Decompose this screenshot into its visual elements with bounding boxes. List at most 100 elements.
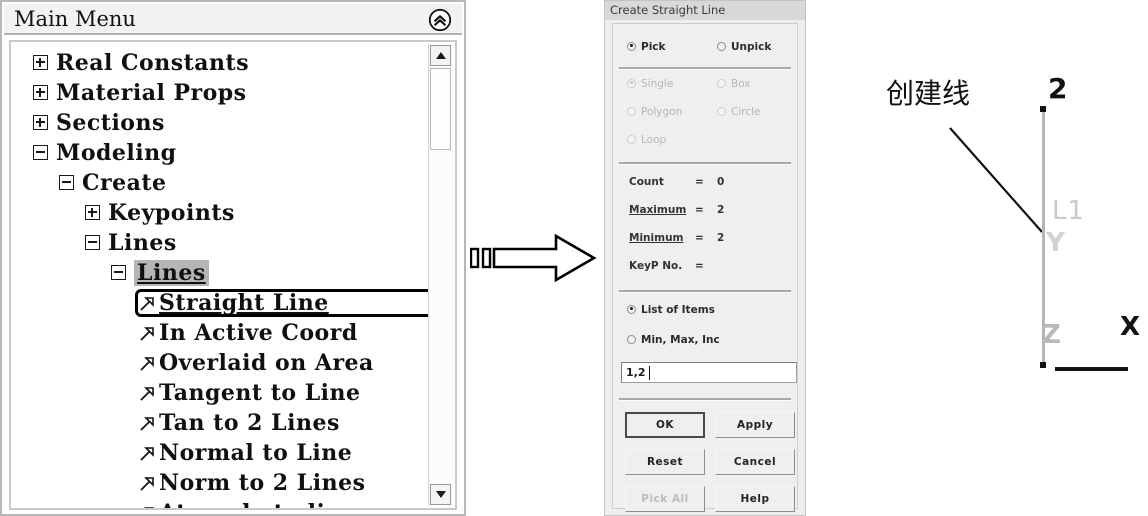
annotation-leader-line <box>949 127 1043 233</box>
separator-1 <box>619 67 791 70</box>
radio-pick-label: Pick <box>641 41 666 53</box>
menu-item-label: Keypoints <box>108 200 235 226</box>
create-straight-line-dialog: Create Straight Line Pick Unpick Single … <box>604 0 806 516</box>
menu-item-overlaid-on-area[interactable]: Overlaid on Area <box>11 348 431 378</box>
menu-item-norm-to-2-lines[interactable]: Norm to 2 Lines <box>11 468 431 498</box>
expand-plus-icon[interactable] <box>33 85 48 100</box>
menu-item-lines[interactable]: Lines <box>11 228 431 258</box>
menu-item-material-props[interactable]: Material Props <box>11 78 431 108</box>
pick-arrow-icon <box>137 323 157 343</box>
radio-dot-list-of-items <box>627 304 636 314</box>
counter-count-value: 0 <box>717 176 725 188</box>
menu-item-label: Modeling <box>56 140 177 166</box>
radio-loop-label: Loop <box>641 134 667 146</box>
menu-item-label: Tangent to Line <box>159 380 361 406</box>
menu-item-create[interactable]: Create <box>11 168 431 198</box>
counter-keyp-no-key: KeyP No. <box>629 260 683 272</box>
radio-unpick[interactable]: Unpick <box>717 41 771 53</box>
pick-arrow-icon <box>137 443 157 463</box>
dialog-titlebar[interactable]: Create Straight Line <box>605 1 805 20</box>
radio-single[interactable]: Single <box>627 78 673 90</box>
separator-4 <box>619 398 791 401</box>
counter-minimum-value: 2 <box>717 232 725 244</box>
radio-pick[interactable]: Pick <box>627 41 666 53</box>
radio-dot-pick <box>627 41 636 51</box>
radio-dot-box <box>717 78 726 88</box>
apply-button[interactable]: Apply <box>715 412 795 438</box>
collapse-minus-icon[interactable] <box>59 175 74 190</box>
menu-item-modeling[interactable]: Modeling <box>11 138 431 168</box>
collapse-minus-icon[interactable] <box>111 265 126 280</box>
menu-item-in-active-coord[interactable]: In Active Coord <box>11 318 431 348</box>
counter-count-key: Count <box>629 176 664 188</box>
radio-circle[interactable]: Circle <box>717 106 761 118</box>
triangle-down-icon[interactable] <box>430 484 451 505</box>
menu-item-label: In Active Coord <box>159 320 358 346</box>
counter-maximum-key: Maximum <box>629 204 687 216</box>
menu-item-label: Norm to 2 Lines <box>159 470 366 496</box>
menu-item-label: Lines <box>134 260 209 286</box>
dialog-title: Create Straight Line <box>610 3 726 17</box>
triangle-up-icon[interactable] <box>430 45 451 66</box>
main-menu-tree: Real Constants Material Props Sections Mode… <box>11 42 435 508</box>
separator-2 <box>619 162 791 165</box>
menu-item-at-angle-to-line[interactable]: At angle to line <box>11 498 431 508</box>
pick-arrow-icon <box>137 383 157 403</box>
radio-dot-polygon <box>627 106 636 116</box>
radio-circle-label: Circle <box>731 106 761 118</box>
scrollbar-thumb[interactable] <box>430 68 451 150</box>
counter-minimum-eq: = <box>695 232 704 244</box>
radio-list-of-items-label: List of Items <box>641 304 715 316</box>
keypoint-2-marker <box>1040 106 1046 112</box>
radio-dot-single <box>627 78 636 88</box>
menu-item-real-constants[interactable]: Real Constants <box>11 48 431 78</box>
menu-item-straight-line[interactable]: Straight Line <box>11 288 431 318</box>
scrollbar-track[interactable] <box>430 152 451 482</box>
pick-all-button: Pick All <box>625 486 705 512</box>
graphics-pane: 创建线 2 L1 Y Z X <box>820 0 1148 516</box>
menu-item-label: Sections <box>56 110 165 136</box>
help-button[interactable]: Help <box>715 486 795 512</box>
counter-keyp-no: KeyP No. = <box>629 260 717 272</box>
radio-unpick-label: Unpick <box>731 41 772 53</box>
text-caret <box>649 366 650 380</box>
radio-dot-circle <box>717 106 726 116</box>
pick-arrow-icon <box>137 353 157 373</box>
expand-plus-icon[interactable] <box>33 55 48 70</box>
menu-item-tangent-to-line[interactable]: Tangent to Line <box>11 378 431 408</box>
dialog-body: Pick Unpick Single Box Polygon Circle Lo… <box>612 23 798 512</box>
menu-item-label: Straight Line <box>159 290 329 316</box>
expand-plus-icon[interactable] <box>85 205 100 220</box>
keypoint-1-marker <box>1040 362 1046 368</box>
ok-button[interactable]: OK <box>625 412 705 438</box>
counter-minimum-key: Minimum <box>629 232 684 244</box>
menu-item-lines[interactable]: Lines <box>11 258 431 288</box>
menu-item-keypoints[interactable]: Keypoints <box>11 198 431 228</box>
items-input[interactable]: 1,2 <box>621 362 797 383</box>
axis-label-y: Y <box>1046 228 1065 258</box>
pick-arrow-icon <box>137 413 157 433</box>
step-arrow-1 <box>469 232 598 289</box>
radio-list-of-items[interactable]: List of Items <box>627 304 715 316</box>
radio-box[interactable]: Box <box>717 78 751 90</box>
expand-plus-icon[interactable] <box>33 115 48 130</box>
menu-item-sections[interactable]: Sections <box>11 108 431 138</box>
radio-loop[interactable]: Loop <box>627 134 666 146</box>
menu-scrollbar[interactable] <box>428 44 453 506</box>
double-chevron-up-circle-icon[interactable] <box>428 8 452 32</box>
pick-arrow-icon <box>137 503 157 508</box>
menu-item-normal-to-line[interactable]: Normal to Line <box>11 438 431 468</box>
menu-item-tan-to-2-lines[interactable]: Tan to 2 Lines <box>11 408 431 438</box>
menu-item-label: Tan to 2 Lines <box>159 410 340 436</box>
collapse-minus-icon[interactable] <box>85 235 100 250</box>
radio-single-label: Single <box>641 78 674 90</box>
radio-polygon[interactable]: Polygon <box>627 106 682 118</box>
radio-dot-loop <box>627 134 636 144</box>
collapse-minus-icon[interactable] <box>33 145 48 160</box>
radio-min-max-inc[interactable]: Min, Max, Inc <box>627 334 720 346</box>
reset-button[interactable]: Reset <box>625 449 705 475</box>
main-menu-panel: Main Menu Real Constants Material Props Se… <box>0 0 466 516</box>
cancel-button[interactable]: Cancel <box>715 449 795 475</box>
main-menu-titlebar: Main Menu <box>4 4 462 35</box>
counter-minimum: Minimum = 2 <box>629 232 724 244</box>
